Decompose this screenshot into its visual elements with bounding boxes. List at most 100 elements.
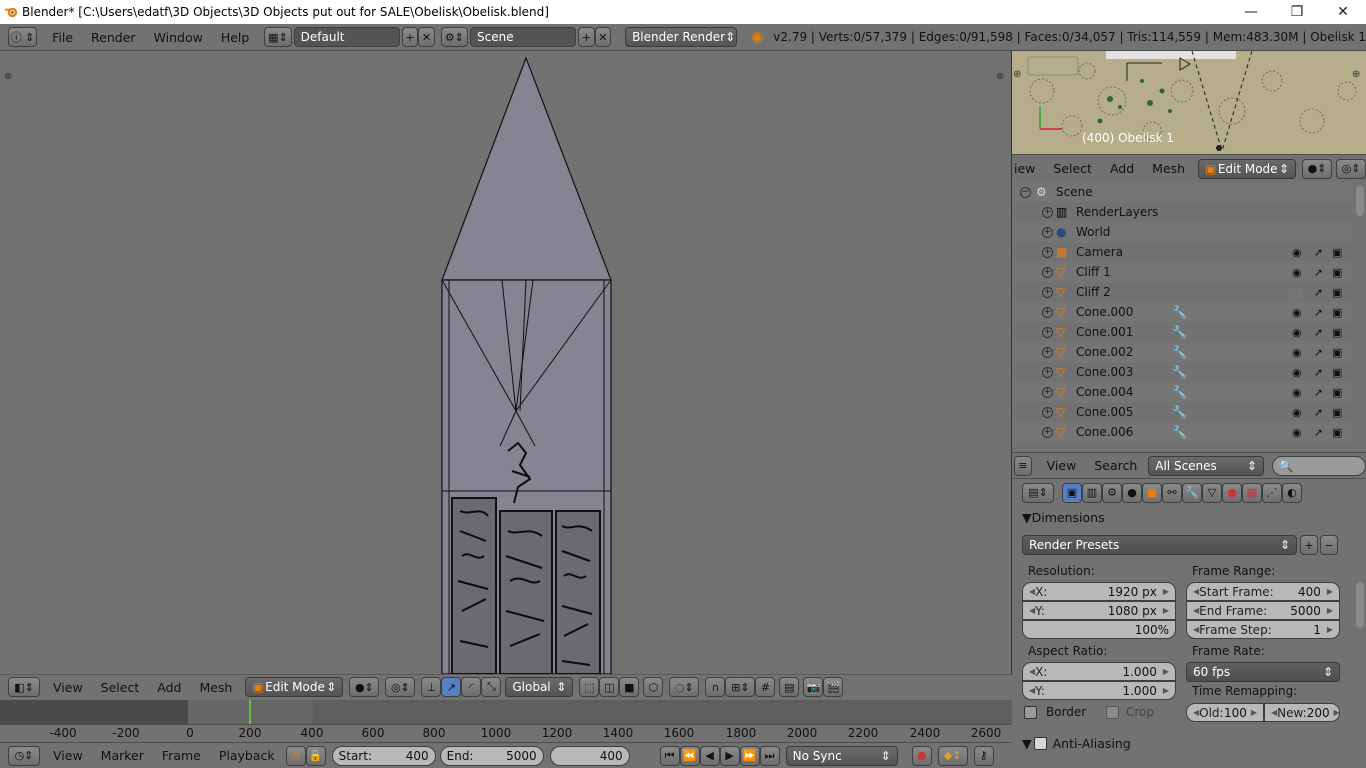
selectable-arrow-icon[interactable]: ➚ — [1314, 346, 1323, 359]
face-select-button[interactable]: ■ — [619, 677, 640, 697]
opengl-animation-button[interactable]: 🎬 — [823, 677, 844, 697]
editor-type-info-button[interactable]: ⓘ ⇕ — [8, 27, 38, 47]
expand-icon[interactable]: + — [1042, 226, 1053, 238]
collapse-icon[interactable]: − — [1020, 186, 1031, 198]
search-menu-search[interactable]: Search — [1085, 458, 1146, 473]
tab-world[interactable]: ● — [1122, 482, 1142, 503]
snap-target-button[interactable]: # — [755, 677, 776, 697]
frame-rate-dropdown[interactable]: 60 fps ⇕ — [1186, 662, 1340, 682]
region-expand-icon[interactable]: ⊕ — [4, 71, 12, 82]
renderable-camera-icon[interactable]: ▣ — [1332, 366, 1342, 379]
outliner-menu-mesh[interactable]: Mesh — [1143, 161, 1194, 176]
visibility-eye-icon[interactable]: ◉ — [1292, 346, 1302, 359]
frame-step-field[interactable]: ◀ Frame Step: 1 ▶ — [1186, 620, 1340, 639]
visibility-eye-icon[interactable]: ◉ — [1292, 306, 1302, 319]
expand-icon[interactable]: + — [1042, 386, 1053, 398]
menu-help[interactable]: Help — [212, 30, 259, 45]
tab-modifiers[interactable]: 🔧 — [1182, 482, 1202, 503]
render-presets-dropdown[interactable]: Render Presets ⇕ — [1022, 535, 1297, 555]
jump-start-button[interactable]: ⏮ — [659, 745, 680, 766]
timeline-menu-frame[interactable]: Frame — [153, 748, 210, 763]
expand-icon[interactable]: + — [1042, 306, 1053, 318]
expand-icon[interactable]: + — [1042, 246, 1053, 258]
outliner-row-scene[interactable]: − ⚙ Scene — [1012, 182, 1352, 202]
expand-icon[interactable]: + — [1042, 426, 1053, 438]
viewport-menu-add[interactable]: Add — [148, 680, 190, 695]
search-menu-view[interactable]: View — [1038, 458, 1086, 473]
editor-type-properties-button[interactable]: ▤⇕ — [1022, 482, 1054, 503]
tab-texture[interactable]: ▦ — [1242, 482, 1262, 503]
outliner-row-camera[interactable]: + ▩ Camera ◉ ➚ ▣ — [1012, 242, 1352, 262]
renderable-camera-icon[interactable]: ▣ — [1332, 406, 1342, 419]
menu-render[interactable]: Render — [82, 30, 145, 45]
3d-viewport[interactable]: ⊕ ⊕ — [0, 51, 1012, 674]
renderable-camera-icon[interactable]: ▣ — [1332, 346, 1342, 359]
antialiasing-panel-header[interactable]: ▼ Anti-Aliasing — [1022, 736, 1131, 751]
tab-particles[interactable]: ⋰ — [1262, 482, 1282, 503]
rotate-manipulator-button[interactable]: ◜ — [461, 677, 482, 697]
screen-layout-button[interactable]: ▦⇕ — [264, 27, 292, 47]
expand-icon[interactable]: + — [1042, 366, 1053, 378]
resolution-y-field[interactable]: ◀ Y: 1080 px ▶ — [1022, 601, 1176, 620]
outliner-shading-button[interactable]: ●⇕ — [1302, 158, 1333, 179]
renderable-camera-icon[interactable]: ▣ — [1332, 266, 1342, 279]
scene-field[interactable]: Scene — [470, 27, 577, 47]
remove-preset-button[interactable]: − — [1320, 535, 1338, 555]
outliner-row-cone002[interactable]: + ▽ Cone.002 🔧 ◉ ➚ ▣ — [1012, 342, 1352, 362]
outliner-row-world[interactable]: + ● World — [1012, 222, 1352, 242]
timeline-menu-marker[interactable]: Marker — [92, 748, 153, 763]
remove-layout-button[interactable]: ✕ — [418, 27, 435, 47]
sync-mode-dropdown[interactable]: No Sync ⇕ — [785, 745, 898, 766]
tab-render-layers[interactable]: ▥ — [1082, 482, 1102, 503]
editor-type-timeline-button[interactable]: ◷⇕ — [8, 745, 40, 766]
layer-button[interactable]: ▤ — [779, 677, 800, 697]
outliner-menu-view[interactable]: iew — [1012, 161, 1044, 176]
visibility-eye-icon[interactable]: ◉ — [1292, 426, 1302, 439]
pivot-point-button[interactable]: ◎⇕ — [385, 677, 416, 697]
visibility-eye-icon[interactable]: ◉ — [1292, 366, 1302, 379]
visibility-eye-closed-icon[interactable]: ◌ — [1292, 286, 1302, 299]
camview-expand-right-icon[interactable]: ⊕ — [1352, 69, 1360, 80]
add-scene-button[interactable]: + — [578, 27, 595, 47]
selectable-arrow-icon[interactable]: ➚ — [1314, 286, 1323, 299]
play-button[interactable]: ▶ — [719, 745, 740, 766]
outliner-row-cone005[interactable]: + ▽ Cone.005 🔧 ◉ ➚ ▣ — [1012, 402, 1352, 422]
jump-keyframe-forward-button[interactable]: ⏩ — [739, 745, 760, 766]
outliner-pivot-button[interactable]: ◎⇕ — [1336, 158, 1366, 179]
screen-layout-field[interactable]: Default — [293, 27, 400, 47]
end-frame-field[interactable]: End: 5000 — [439, 745, 544, 766]
viewport-menu-mesh[interactable]: Mesh — [190, 680, 241, 695]
crop-checkbox[interactable] — [1106, 706, 1119, 719]
outliner-menu-add[interactable]: Add — [1101, 161, 1143, 176]
mode-dropdown[interactable]: ▣ Edit Mode ⇕ — [245, 677, 344, 697]
renderable-camera-icon[interactable]: ▣ — [1332, 306, 1342, 319]
insert-keyframe-button[interactable]: ⚷ — [973, 745, 994, 766]
properties-scrollbar[interactable] — [1356, 582, 1364, 628]
tab-scene[interactable]: ⚙ — [1102, 482, 1122, 503]
renderable-camera-icon[interactable]: ▣ — [1332, 426, 1342, 439]
renderable-camera-icon[interactable]: ▣ — [1332, 386, 1342, 399]
edge-select-button[interactable]: ◫ — [599, 677, 620, 697]
expand-icon[interactable]: + — [1042, 266, 1053, 278]
selectable-arrow-icon[interactable]: ➚ — [1314, 426, 1323, 439]
camera-view-preview[interactable]: (400) Obelisk 1 ⊕ ⊕ — [1012, 51, 1366, 154]
renderable-camera-icon[interactable]: ▣ — [1332, 246, 1342, 259]
aspect-y-field[interactable]: ◀ Y: 1.000 ▶ — [1022, 681, 1176, 700]
tab-physics[interactable]: ◐ — [1282, 482, 1302, 503]
outliner-row-cone003[interactable]: + ▽ Cone.003 🔧 ◉ ➚ ▣ — [1012, 362, 1352, 382]
jump-end-button[interactable]: ⏭ — [759, 745, 780, 766]
outliner-row-cliff1[interactable]: + ▽ Cliff 1 ◉ ➚ ▣ — [1012, 262, 1352, 282]
add-layout-button[interactable]: + — [401, 27, 419, 47]
limit-selection-button[interactable]: ⬡ — [643, 677, 664, 697]
visibility-eye-icon[interactable]: ◉ — [1292, 326, 1302, 339]
viewport-menu-select[interactable]: Select — [92, 680, 149, 695]
viewport-shading-button[interactable]: ●⇕ — [349, 677, 380, 697]
outliner-scrollbar[interactable] — [1356, 186, 1364, 216]
selectable-arrow-icon[interactable]: ➚ — [1314, 406, 1323, 419]
add-preset-button[interactable]: + — [1300, 535, 1318, 555]
snap-element-button[interactable]: ⊞⇕ — [725, 677, 756, 697]
expand-icon[interactable]: + — [1042, 346, 1053, 358]
timeline-menu-playback[interactable]: Playback — [210, 748, 284, 763]
jump-keyframe-back-button[interactable]: ⏪ — [679, 745, 700, 766]
selectable-arrow-icon[interactable]: ➚ — [1314, 326, 1323, 339]
